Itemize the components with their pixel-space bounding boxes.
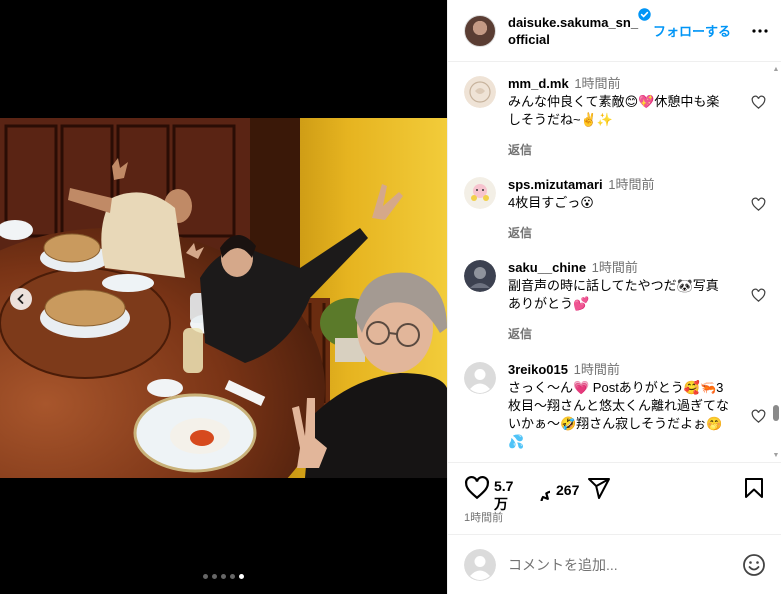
comment-count[interactable]: 267: [556, 481, 579, 499]
commenter-avatar[interactable]: [464, 362, 496, 394]
heart-icon: [751, 409, 766, 423]
heart-icon: [751, 197, 766, 211]
current-user-avatar: [464, 548, 496, 581]
reply-button[interactable]: 返信: [508, 141, 730, 159]
post-timestamp[interactable]: 1時間前: [464, 509, 503, 525]
author-username[interactable]: daisuke.sakuma_sn_ official: [508, 14, 639, 48]
comment-time: 1時間前: [573, 362, 620, 377]
comment-item: sps.mizutamari 1時間前 4枚目すごっ😮 返信: [464, 176, 781, 259]
commenter-avatar[interactable]: [464, 260, 496, 292]
comments-list[interactable]: mm_d.mk 1時間前 みんな仲良くて素敵😊💖休憩中も楽しそうだね~✌️✨ 返…: [448, 63, 781, 461]
carousel-dot: [221, 574, 226, 579]
author-avatar[interactable]: [464, 14, 496, 47]
light-avatar-icon: [464, 76, 496, 108]
comment-text: みんな仲良くて素敵😊💖休憩中も楽しそうだね~✌️✨: [508, 94, 720, 127]
comment-like-button[interactable]: [751, 95, 766, 115]
comment-like-button[interactable]: [751, 409, 766, 429]
comment-button[interactable]: [524, 475, 550, 501]
post-media: [0, 0, 447, 594]
post-actions: 5.7 万 267 1時間前: [448, 462, 781, 534]
heart-icon: [751, 95, 766, 109]
commenter-avatar[interactable]: [464, 76, 496, 108]
emoji-button[interactable]: [742, 553, 766, 577]
heart-icon: [751, 288, 766, 302]
carousel-prev-button[interactable]: [10, 288, 32, 310]
comment-like-button[interactable]: [751, 288, 766, 308]
commenter-avatar[interactable]: [464, 177, 496, 209]
like-button[interactable]: [464, 475, 490, 501]
like-count-value: 5.7: [494, 478, 514, 494]
save-button[interactable]: [742, 475, 766, 501]
scroll-down-arrow-icon[interactable]: ▼: [772, 452, 780, 460]
comment-item: mm_d.mk 1時間前 みんな仲良くて素敵😊💖休憩中も楽しそうだね~✌️✨ 返…: [464, 75, 781, 176]
like-count[interactable]: 5.7 万: [494, 477, 516, 513]
comment-item: 3reiko015 1時間前 さっく〜ん💗 Postありがとう🥰🦐3枚目〜翔さん…: [464, 361, 781, 461]
emoji-icon: [743, 553, 765, 576]
comment-time: 1時間前: [608, 177, 655, 192]
carousel-dot-active: [239, 574, 244, 579]
share-icon: [588, 478, 611, 499]
author-username-line2: official: [508, 31, 550, 47]
more-options-button[interactable]: [751, 22, 769, 40]
post-header: daisuke.sakuma_sn_ official フォローする: [448, 0, 781, 62]
comment-input[interactable]: [508, 556, 734, 573]
more-options-icon: [752, 28, 768, 33]
author-username-line1: daisuke.sakuma_sn_: [508, 14, 639, 30]
carousel-dot: [212, 574, 217, 579]
scroll-up-arrow-icon[interactable]: ▲: [772, 66, 780, 74]
share-button[interactable]: [587, 476, 611, 500]
photo-illustration: [0, 118, 447, 478]
follow-button[interactable]: フォローする: [653, 21, 731, 40]
comment-text: さっく〜ん💗 Postありがとう🥰🦐3枚目〜翔さんと悠太くん離れ過ぎてないかぁ〜…: [508, 380, 730, 449]
comment-item: saku__chine 1時間前 副音声の時に話してたやつだ🐼写真ありがとう💕 …: [464, 259, 781, 361]
comment-composer: [448, 534, 781, 594]
reply-button[interactable]: 返信: [508, 224, 730, 242]
dark-avatar-icon: [464, 260, 496, 292]
carousel-dot: [203, 574, 208, 579]
comment-icon: [540, 490, 550, 501]
comment-username[interactable]: 3reiko015: [508, 362, 568, 377]
comment-text: 4枚目すごっ😮: [508, 195, 594, 210]
comment-username[interactable]: sps.mizutamari: [508, 177, 603, 192]
reply-button[interactable]: 返信: [508, 325, 730, 343]
carousel-dot: [230, 574, 235, 579]
comment-username[interactable]: saku__chine: [508, 260, 586, 275]
comment-username[interactable]: mm_d.mk: [508, 76, 569, 91]
comment-text: 副音声の時に話してたやつだ🐼写真ありがとう💕: [508, 278, 719, 311]
verified-badge-icon: [638, 8, 651, 21]
post-detail-panel: daisuke.sakuma_sn_ official フォローする mm_d.…: [447, 0, 781, 594]
comments-scrollbar[interactable]: ▲ ▼: [772, 66, 780, 460]
comment-like-button[interactable]: [751, 197, 766, 217]
post-photo[interactable]: [0, 118, 447, 478]
bookmark-icon: [745, 478, 763, 498]
chevron-left-icon: [17, 294, 24, 304]
comment-time: 1時間前: [591, 260, 638, 275]
scrollbar-thumb[interactable]: [773, 405, 779, 421]
default-avatar-icon: [464, 362, 496, 394]
comment-time: 1時間前: [574, 76, 621, 91]
carousel-indicator: [0, 574, 447, 579]
default-avatar-icon: [464, 548, 496, 581]
heart-icon: [465, 475, 489, 500]
flower-avatar-icon: [464, 177, 496, 209]
